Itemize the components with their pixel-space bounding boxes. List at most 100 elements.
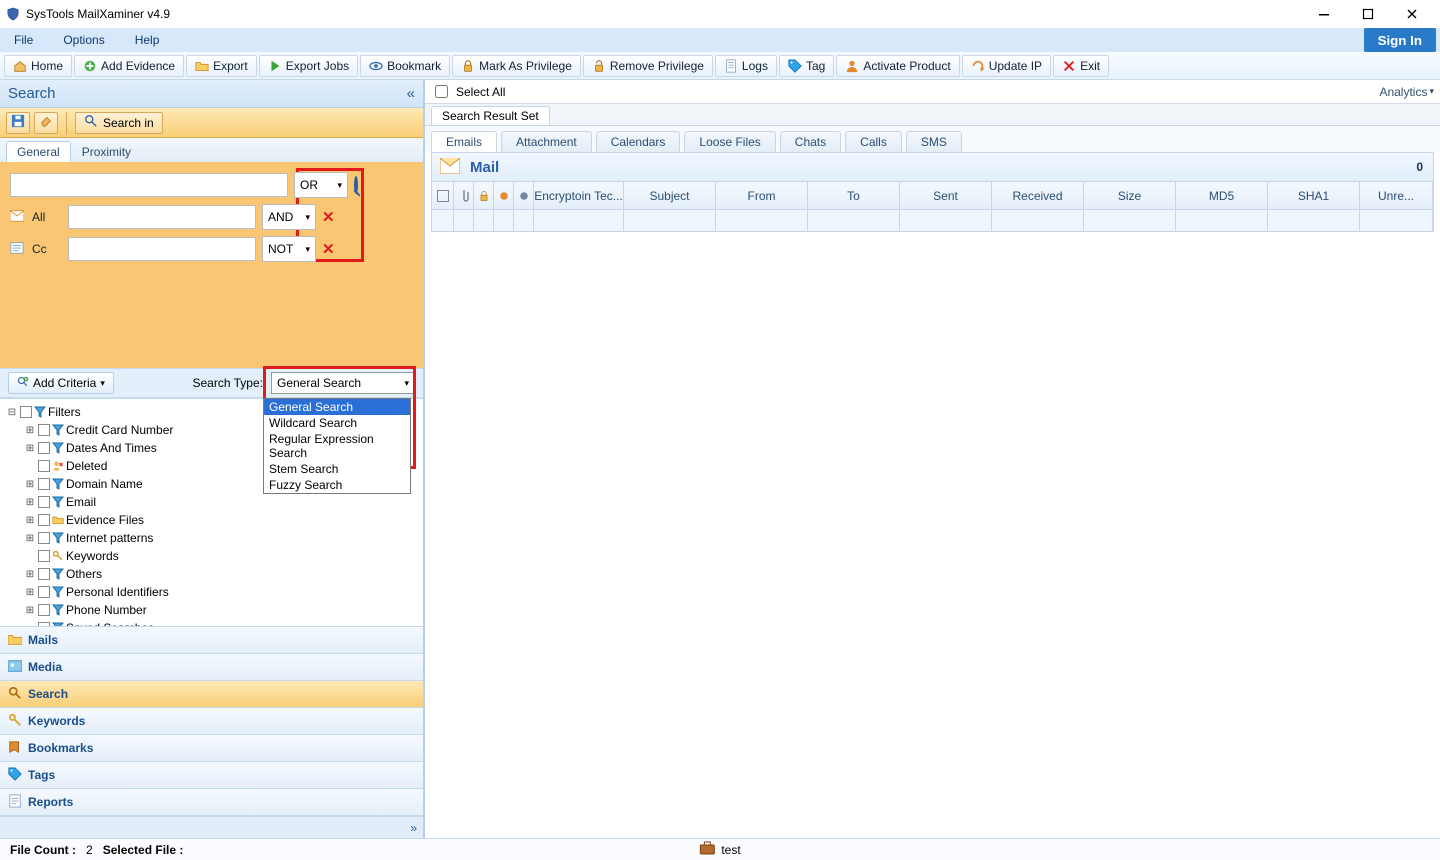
tab-general[interactable]: General [6, 141, 71, 162]
analytics-button[interactable]: Analytics ▾ [1379, 85, 1434, 99]
tag-button[interactable]: Tag [779, 55, 834, 77]
filter-item[interactable]: ⊞Internet patterns [24, 529, 417, 547]
nav-keywords[interactable]: Keywords [0, 708, 423, 735]
tab-sms[interactable]: SMS [906, 131, 962, 152]
tab-emails[interactable]: Emails [431, 131, 497, 152]
tab-search-result-set[interactable]: Search Result Set [431, 106, 550, 125]
checkbox[interactable] [38, 550, 50, 562]
checkbox[interactable] [38, 586, 50, 598]
export-button[interactable]: Export [186, 55, 257, 77]
expand-icon[interactable]: ⊞ [24, 443, 36, 454]
exit-button[interactable]: Exit [1053, 55, 1109, 77]
expand-icon[interactable]: ⊞ [24, 479, 36, 490]
col-sha1[interactable]: SHA1 [1268, 182, 1360, 209]
expand-icon[interactable]: ⊞ [24, 587, 36, 598]
filter-item[interactable]: ⊞Phone Number [24, 601, 417, 619]
filter-item[interactable]: Saved Searches [24, 619, 417, 626]
col-attachment-icon[interactable] [454, 182, 474, 209]
remove-privilege-button[interactable]: Remove Privilege [583, 55, 713, 77]
operator-select-and[interactable]: AND▾ [262, 204, 316, 230]
tab-loose-files[interactable]: Loose Files [684, 131, 775, 152]
window-close-button[interactable] [1390, 0, 1434, 28]
checkbox[interactable] [38, 604, 50, 616]
checkbox[interactable] [38, 532, 50, 544]
col-to[interactable]: To [808, 182, 900, 209]
expand-icon[interactable]: ⊞ [24, 425, 36, 436]
nav-mails[interactable]: Mails [0, 627, 423, 654]
search-type-option[interactable]: Regular Expression Search [264, 431, 410, 461]
operator-select-or[interactable]: OR▾ [294, 172, 348, 198]
nav-media[interactable]: Media [0, 654, 423, 681]
checkbox[interactable] [38, 496, 50, 508]
sidebar-expand-button[interactable]: » [410, 821, 417, 835]
checkbox[interactable] [38, 478, 50, 490]
add-criteria-button[interactable]: Add Criteria▾ [8, 372, 114, 394]
filter-item[interactable]: Keywords [24, 547, 417, 565]
expand-icon[interactable]: ⊞ [24, 533, 36, 544]
tab-chats[interactable]: Chats [780, 131, 841, 152]
col-sent[interactable]: Sent [900, 182, 992, 209]
col-subject[interactable]: Subject [624, 182, 716, 209]
col-received[interactable]: Received [992, 182, 1084, 209]
mark-privilege-button[interactable]: Mark As Privilege [452, 55, 581, 77]
home-button[interactable]: Home [4, 55, 72, 77]
all-field-input[interactable] [68, 205, 256, 229]
remove-cc-criteria-button[interactable]: ✕ [322, 240, 335, 258]
checkbox[interactable] [38, 442, 50, 454]
search-type-select[interactable]: General Search▾ [271, 372, 415, 394]
grid-select-all-checkbox[interactable] [437, 190, 449, 202]
menu-options[interactable]: Options [57, 31, 110, 49]
expand-icon[interactable]: ⊞ [24, 569, 36, 580]
col-size[interactable]: Size [1084, 182, 1176, 209]
add-evidence-button[interactable]: Add Evidence [74, 55, 184, 77]
expand-icon[interactable]: ⊟ [6, 407, 18, 418]
menu-file[interactable]: File [8, 31, 39, 49]
col-star-icon[interactable] [494, 182, 514, 209]
search-run-button[interactable] [354, 178, 358, 192]
search-type-option[interactable]: Wildcard Search [264, 415, 410, 431]
nav-reports[interactable]: Reports [0, 789, 423, 816]
menu-help[interactable]: Help [129, 31, 166, 49]
tab-calls[interactable]: Calls [845, 131, 902, 152]
col-flag-icon[interactable] [514, 182, 534, 209]
expand-icon[interactable]: ⊞ [24, 497, 36, 508]
filter-item[interactable]: ⊞Email [24, 493, 417, 511]
clear-search-button[interactable] [34, 112, 58, 134]
operator-select-not[interactable]: NOT▾ [262, 236, 316, 262]
filter-item[interactable]: ⊞Evidence Files [24, 511, 417, 529]
bookmark-button[interactable]: Bookmark [360, 55, 450, 77]
col-unread[interactable]: Unre... [1360, 182, 1433, 209]
search-type-option[interactable]: Stem Search [264, 461, 410, 477]
cc-field-input[interactable] [68, 237, 256, 261]
nav-bookmarks[interactable]: Bookmarks [0, 735, 423, 762]
checkbox[interactable] [20, 406, 32, 418]
col-md5[interactable]: MD5 [1176, 182, 1268, 209]
search-type-option[interactable]: General Search [264, 399, 410, 415]
search-in-button[interactable]: Search in [75, 112, 163, 134]
nav-search[interactable]: Search [0, 681, 423, 708]
checkbox[interactable] [38, 460, 50, 472]
tab-calendars[interactable]: Calendars [596, 131, 681, 152]
checkbox[interactable] [38, 514, 50, 526]
activate-product-button[interactable]: Activate Product [836, 55, 959, 77]
filter-item[interactable]: ⊞Personal Identifiers [24, 583, 417, 601]
nav-tags[interactable]: Tags [0, 762, 423, 789]
export-jobs-button[interactable]: Export Jobs [259, 55, 358, 77]
checkbox[interactable] [38, 568, 50, 580]
sign-in-button[interactable]: Sign In [1364, 28, 1436, 52]
tab-proximity[interactable]: Proximity [71, 141, 142, 162]
window-minimize-button[interactable] [1302, 0, 1346, 28]
tab-attachment[interactable]: Attachment [501, 131, 592, 152]
collapse-panel-button[interactable]: « [407, 85, 415, 102]
select-all-checkbox[interactable]: Select All [431, 82, 505, 101]
col-from[interactable]: From [716, 182, 808, 209]
keyword-input[interactable] [10, 173, 288, 197]
filter-item[interactable]: ⊞Others [24, 565, 417, 583]
expand-icon[interactable]: ⊞ [24, 605, 36, 616]
update-ip-button[interactable]: Update IP [962, 55, 1051, 77]
window-maximize-button[interactable] [1346, 0, 1390, 28]
logs-button[interactable]: Logs [715, 55, 777, 77]
save-search-button[interactable] [6, 112, 30, 134]
expand-icon[interactable]: ⊞ [24, 515, 36, 526]
col-lock-icon[interactable] [474, 182, 494, 209]
